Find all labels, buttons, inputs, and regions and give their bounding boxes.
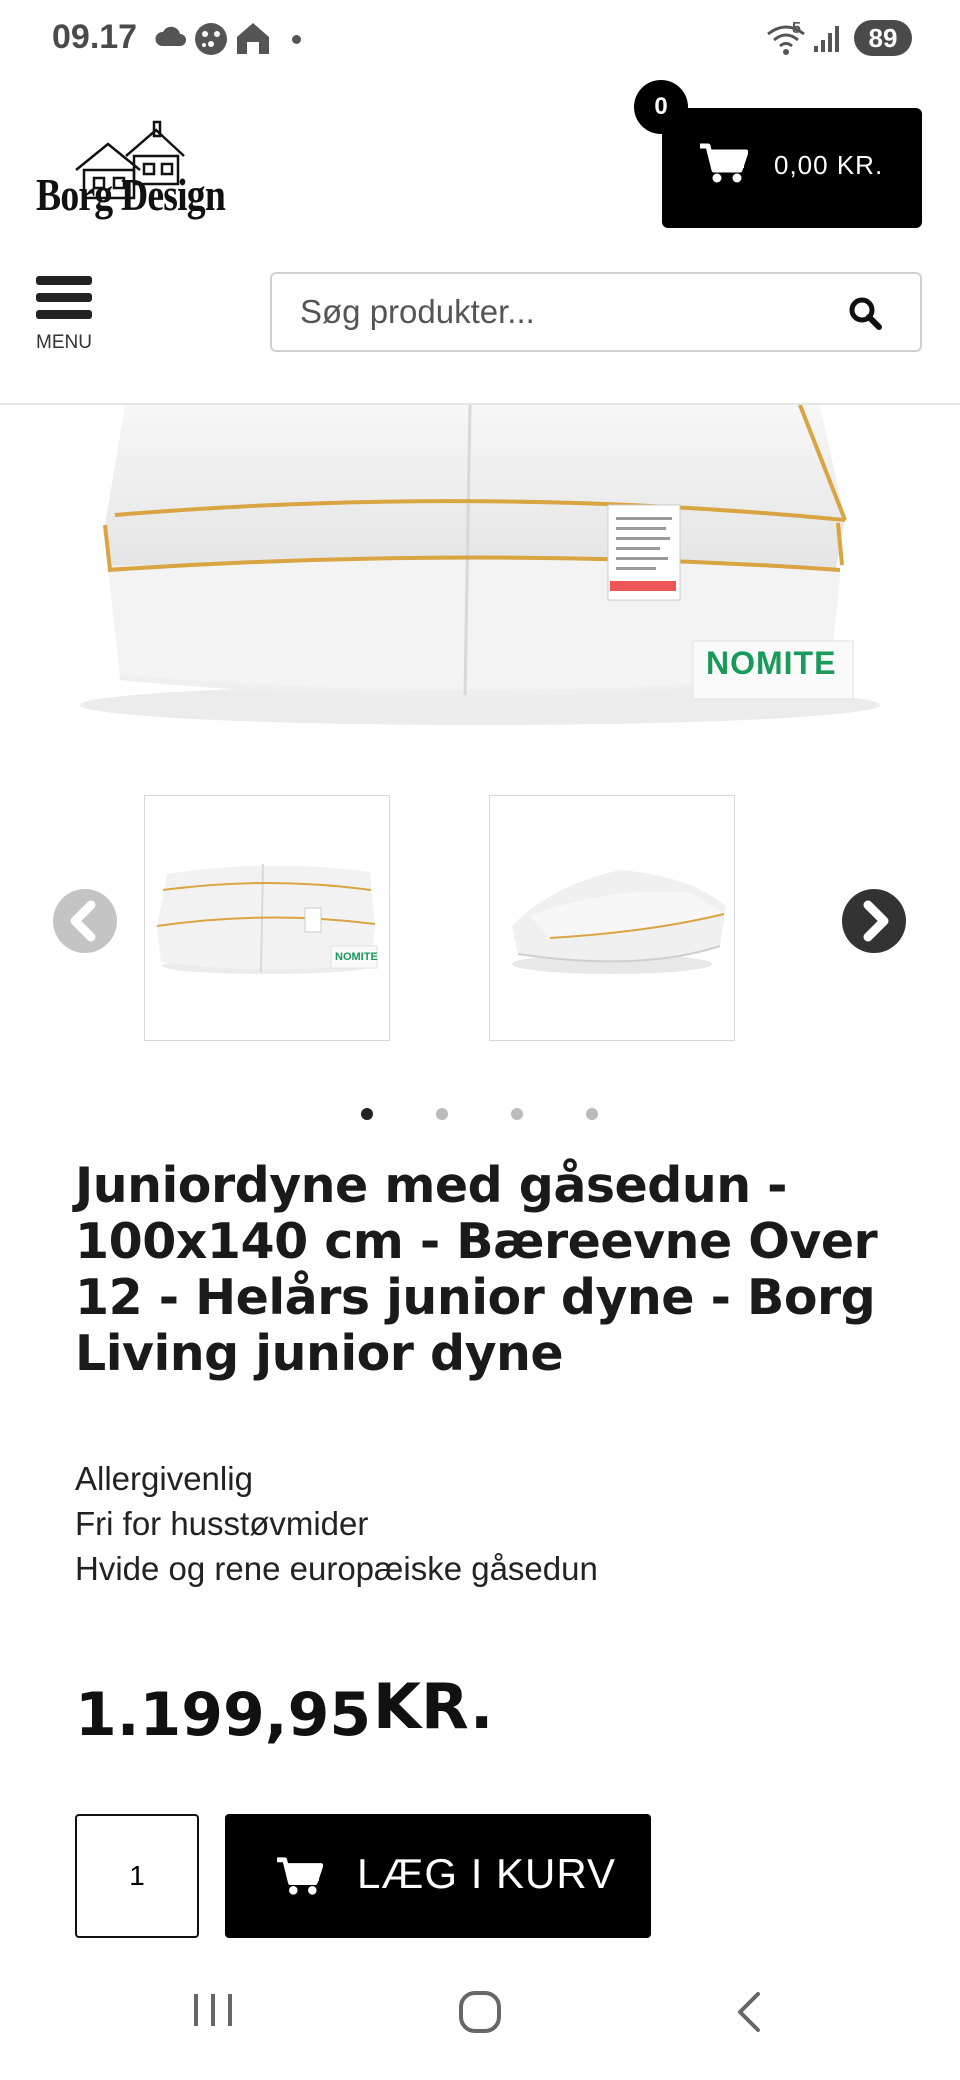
carousel-dot-4[interactable]	[586, 1108, 598, 1120]
product-title: Juniordyne med gåsedun - 100x140 cm - Bæ…	[75, 1157, 878, 1382]
cart-icon	[277, 1857, 323, 1895]
search-input[interactable]	[298, 292, 822, 332]
feature-item: Hvide og rene europæiske gåsedun	[75, 1550, 598, 1587]
search-icon[interactable]	[848, 296, 882, 330]
hamburger-icon-line	[36, 293, 92, 302]
wifi-band-label: 5	[792, 20, 801, 37]
hamburger-icon-line	[36, 310, 92, 319]
add-to-cart-label: LÆG I KURV	[357, 1850, 616, 1897]
search-box[interactable]	[270, 272, 922, 352]
thumbnail-duvet-flat	[156, 863, 378, 974]
signal-icon	[814, 26, 839, 52]
add-to-cart-button[interactable]: LÆG I KURV	[225, 1814, 651, 1938]
app-notification-icon	[195, 23, 227, 55]
thumbnail-2[interactable]	[489, 795, 735, 1041]
status-time: 09.17	[52, 18, 138, 56]
chevron-right-icon	[863, 900, 889, 942]
home-notification-icon	[237, 23, 269, 54]
duvet-image	[80, 405, 880, 725]
chevron-left-icon	[70, 900, 96, 942]
home-button-icon[interactable]	[458, 1990, 502, 2034]
logo-text[interactable]: Borg Design	[36, 168, 226, 221]
menu-label: MENU	[36, 332, 92, 353]
carousel-dot-2[interactable]	[436, 1108, 448, 1120]
cart-button[interactable]: 0,00 KR.	[662, 108, 922, 228]
battery-indicator: 89	[854, 20, 912, 56]
carousel-dot-1[interactable]	[361, 1108, 373, 1120]
carousel-next-button[interactable]	[842, 889, 906, 953]
recent-apps-icon[interactable]	[190, 1990, 236, 2030]
price-currency: KR.	[373, 1670, 494, 1743]
cart-total: 0,00 KR.	[774, 150, 884, 180]
feature-item: Fri for husstøvmider	[75, 1505, 369, 1542]
thumbnail-duvet-folded	[512, 870, 726, 974]
feature-item: Allergivenlig	[75, 1460, 253, 1497]
back-icon[interactable]	[732, 1990, 766, 2034]
cloud-icon	[155, 26, 186, 46]
nomite-badge: NOMITE	[706, 645, 837, 681]
more-notifications-dot	[292, 35, 301, 44]
hamburger-icon	[36, 276, 92, 285]
product-main-image[interactable]: NOMITE	[0, 405, 960, 735]
thumbnail-1[interactable]: NOMITE	[144, 795, 390, 1041]
price-value: 1.199,95	[75, 1680, 372, 1750]
carousel-dot-3[interactable]	[511, 1108, 523, 1120]
cart-icon	[700, 143, 748, 183]
thumbnail-nomite-badge: NOMITE	[335, 951, 378, 963]
cart-count-badge: 0	[634, 80, 688, 134]
menu-button[interactable]: MENU	[36, 276, 106, 356]
quantity-input[interactable]	[75, 1814, 199, 1938]
carousel-prev-button[interactable]	[53, 889, 117, 953]
